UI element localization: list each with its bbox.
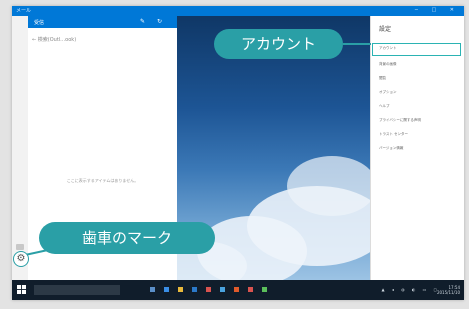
nav-rail [12, 16, 28, 280]
empty-state-message: ここに表示するアイテムはありません。 [66, 178, 139, 183]
clock-date: 2015/11/10 [436, 290, 460, 295]
gear-icon[interactable]: ⚙ [14, 252, 28, 266]
app-icon[interactable] [262, 287, 267, 292]
taskbar-search-box[interactable] [34, 285, 120, 295]
file-explorer-icon[interactable] [178, 287, 183, 292]
title-bar: メール ─ □ ✕ [12, 6, 464, 16]
cloud [287, 156, 370, 216]
task-view-icon[interactable] [150, 287, 155, 292]
settings-title: 設定 [379, 26, 392, 33]
settings-item-options[interactable]: オプション [379, 90, 397, 95]
settings-item-privacy[interactable]: プライバシーに関する声明 [379, 118, 421, 123]
clock[interactable]: 17:54 2015/11/10 [437, 285, 460, 295]
callout-gear: 歯車のマーク [39, 222, 215, 254]
gear-highlight-ring: ⚙ [13, 251, 29, 267]
calendar-icon[interactable] [16, 244, 24, 250]
settings-item-trust-center[interactable]: トラスト センター [379, 132, 408, 137]
app-icon[interactable] [248, 287, 253, 292]
callout-account: アカウント [214, 29, 343, 59]
folder-name: 受信 [34, 20, 45, 26]
edge-icon[interactable] [164, 287, 169, 292]
settings-item-help[interactable]: ヘルプ [379, 104, 390, 109]
mail-toolbar-icons[interactable]: ✎ ↻ [140, 18, 167, 25]
settings-item-about[interactable]: バージョン情報 [379, 146, 403, 151]
window-title: メール [16, 8, 32, 14]
search-box[interactable]: ← 検索(Outl…ook) [32, 36, 76, 43]
screenshot-frame: メール ─ □ ✕ 受信 ✎ ↻ ← 検索(Outl…ook) ここに表示するア… [0, 0, 469, 309]
window-controls[interactable]: ─ □ ✕ [415, 7, 460, 13]
settings-item-background[interactable]: 背景の画像 [379, 62, 397, 67]
system-tray[interactable]: ▲ ◂ ◍ ◐ ▭ ◻ [381, 287, 440, 292]
app-icon[interactable] [234, 287, 239, 292]
store-icon[interactable] [192, 287, 197, 292]
taskbar: ▲ ◂ ◍ ◐ ▭ ◻ 17:54 2015/11/10 [12, 280, 464, 300]
mail-header: 受信 ✎ ↻ [12, 16, 177, 28]
settings-item-reading[interactable]: 閲覧 [379, 76, 386, 81]
windows-start-icon[interactable] [17, 285, 26, 294]
settings-pane: 設定 アカウント 背景の画像 閲覧 オプション ヘルプ プライバシーに関する声明… [370, 16, 464, 280]
mail-icon[interactable] [220, 287, 225, 292]
settings-item-account[interactable]: アカウント [379, 46, 397, 51]
app-icon[interactable] [206, 287, 211, 292]
